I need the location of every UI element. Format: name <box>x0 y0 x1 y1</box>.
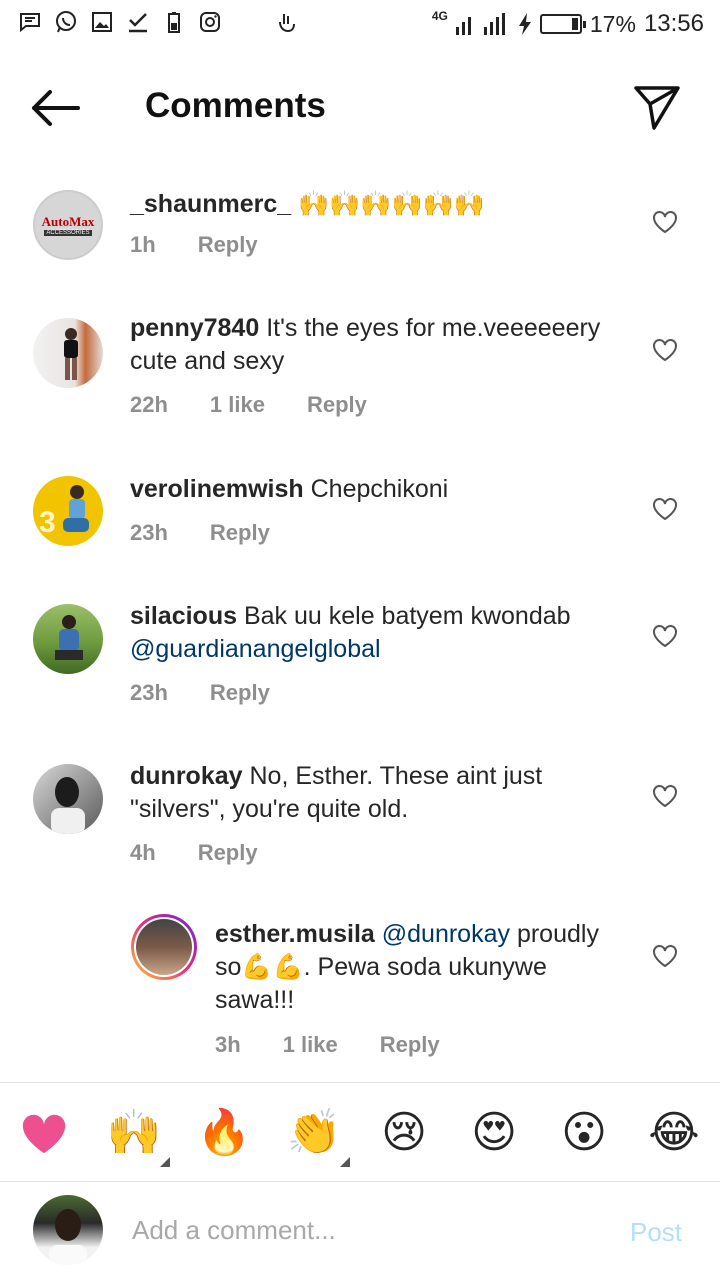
heart-outline-icon[interactable] <box>652 944 678 968</box>
arrow-left-icon[interactable] <box>28 84 82 132</box>
comment-time: 23h <box>130 680 168 705</box>
heart-outline-icon[interactable] <box>652 624 678 648</box>
like-count[interactable]: 1 like <box>210 392 265 418</box>
comment-time: 1h <box>130 232 156 257</box>
paper-plane-icon[interactable] <box>630 80 682 132</box>
comment-time: 3h <box>215 1032 241 1057</box>
comment-text: Bak uu kele batyem kwondab <box>243 602 571 630</box>
comment-username[interactable]: _shaunmerc_ <box>130 190 291 218</box>
download-done-icon <box>129 13 147 33</box>
gallery-icon <box>92 12 112 32</box>
comment-username[interactable]: silacious <box>130 602 237 630</box>
variant-indicator <box>160 1157 170 1167</box>
emoji-cry[interactable]: 😢 <box>376 1105 432 1161</box>
battery-saver-icon <box>168 12 180 33</box>
comment-item: 3 verolinemwish Chepchikoni 23h Reply <box>0 470 720 580</box>
reply-button[interactable]: Reply <box>307 392 367 418</box>
comment-item: dunrokay No, Esther. These aint just "si… <box>0 758 720 888</box>
emoji-quick-bar: 🙌 🔥 👏 😢 😍 😮 😂 <box>0 1082 720 1182</box>
reply-button[interactable]: Reply <box>210 520 270 546</box>
message-icon <box>20 13 40 33</box>
post-button[interactable]: Post <box>630 1217 682 1248</box>
heart-outline-icon[interactable] <box>652 497 678 521</box>
comment-mention[interactable]: @guardianangelglobal <box>130 635 381 663</box>
avatar[interactable] <box>33 604 103 674</box>
avatar-figure <box>51 777 85 834</box>
comment-text: Chepchikoni <box>310 475 449 503</box>
comment-input-bar: Post <box>0 1181 720 1280</box>
emoji-surprised[interactable]: 😮 <box>556 1105 612 1161</box>
avatar-figure <box>49 1209 87 1265</box>
reply-button[interactable]: Reply <box>380 1032 440 1058</box>
comment-item: silacious Bak uu kele batyem kwondab @gu… <box>0 598 720 738</box>
whatsapp-icon <box>56 11 76 33</box>
comment-reply-item: esther.musila @dunrokay proudly so💪💪. Pe… <box>0 914 720 1064</box>
comment-input[interactable] <box>130 1205 594 1255</box>
comment-time: 22h <box>130 392 168 417</box>
clock: 13:56 <box>643 10 704 37</box>
battery-percent: 17% <box>589 10 636 37</box>
heart-outline-icon[interactable] <box>652 210 678 234</box>
avatar[interactable]: AutoMax ACCESSORIES <box>33 190 103 260</box>
avatar[interactable]: 3 <box>33 476 103 546</box>
touch-icon <box>279 14 295 33</box>
reply-button[interactable]: Reply <box>210 680 270 706</box>
network-type: 4G <box>431 9 448 23</box>
signal-icon <box>455 13 505 35</box>
emoji-laugh[interactable]: 😂 <box>646 1105 702 1161</box>
charging-icon <box>518 13 531 35</box>
emoji-raised-hands[interactable]: 🙌 <box>106 1105 170 1167</box>
comment-mention[interactable]: @dunrokay <box>382 920 510 948</box>
avatar-figure: 3 <box>39 485 89 539</box>
instagram-icon <box>200 12 220 32</box>
svg-text:3: 3 <box>39 506 56 539</box>
avatar-brand-sub: ACCESSORIES <box>44 230 92 236</box>
avatar-story-ring[interactable] <box>131 914 197 980</box>
comment-username[interactable]: penny7840 <box>130 314 259 342</box>
comment-username[interactable]: verolinemwish <box>130 475 304 503</box>
emoji-heart[interactable] <box>16 1105 72 1161</box>
comment-item: penny7840 It's the eyes for me.veeeeeery… <box>0 310 720 450</box>
reply-button[interactable]: Reply <box>198 840 258 866</box>
emoji-heart-eyes[interactable]: 😍 <box>466 1105 522 1161</box>
battery-icon <box>539 14 586 34</box>
my-avatar <box>33 1195 103 1265</box>
heart-outline-icon[interactable] <box>652 338 678 362</box>
avatar <box>134 917 194 977</box>
avatar[interactable] <box>33 764 103 834</box>
status-bar: 4G 17% 13:56 <box>0 0 720 50</box>
heart-filled-icon <box>22 1114 66 1154</box>
avatar-figure <box>55 615 83 660</box>
comment-username[interactable]: esther.musila <box>215 920 375 948</box>
avatar[interactable] <box>33 318 103 388</box>
comment-text: 🙌🙌🙌🙌🙌🙌 <box>298 190 485 218</box>
page-title: Comments <box>145 86 326 125</box>
emoji-clap[interactable]: 👏 <box>286 1105 350 1167</box>
comment-item: AutoMax ACCESSORIES _shaunmerc_ 🙌🙌🙌🙌🙌🙌 1… <box>0 180 720 300</box>
comments-header: Comments <box>0 60 720 150</box>
comment-username[interactable]: dunrokay <box>130 762 243 790</box>
reply-button[interactable]: Reply <box>198 232 258 258</box>
variant-indicator <box>340 1157 350 1167</box>
heart-outline-icon[interactable] <box>652 784 678 808</box>
like-count[interactable]: 1 like <box>283 1032 338 1058</box>
avatar-brand: AutoMax <box>41 214 95 229</box>
emoji-fire[interactable]: 🔥 <box>196 1105 252 1161</box>
avatar-figure <box>64 328 78 380</box>
comment-time: 23h <box>130 520 168 545</box>
comment-time: 4h <box>130 840 156 865</box>
